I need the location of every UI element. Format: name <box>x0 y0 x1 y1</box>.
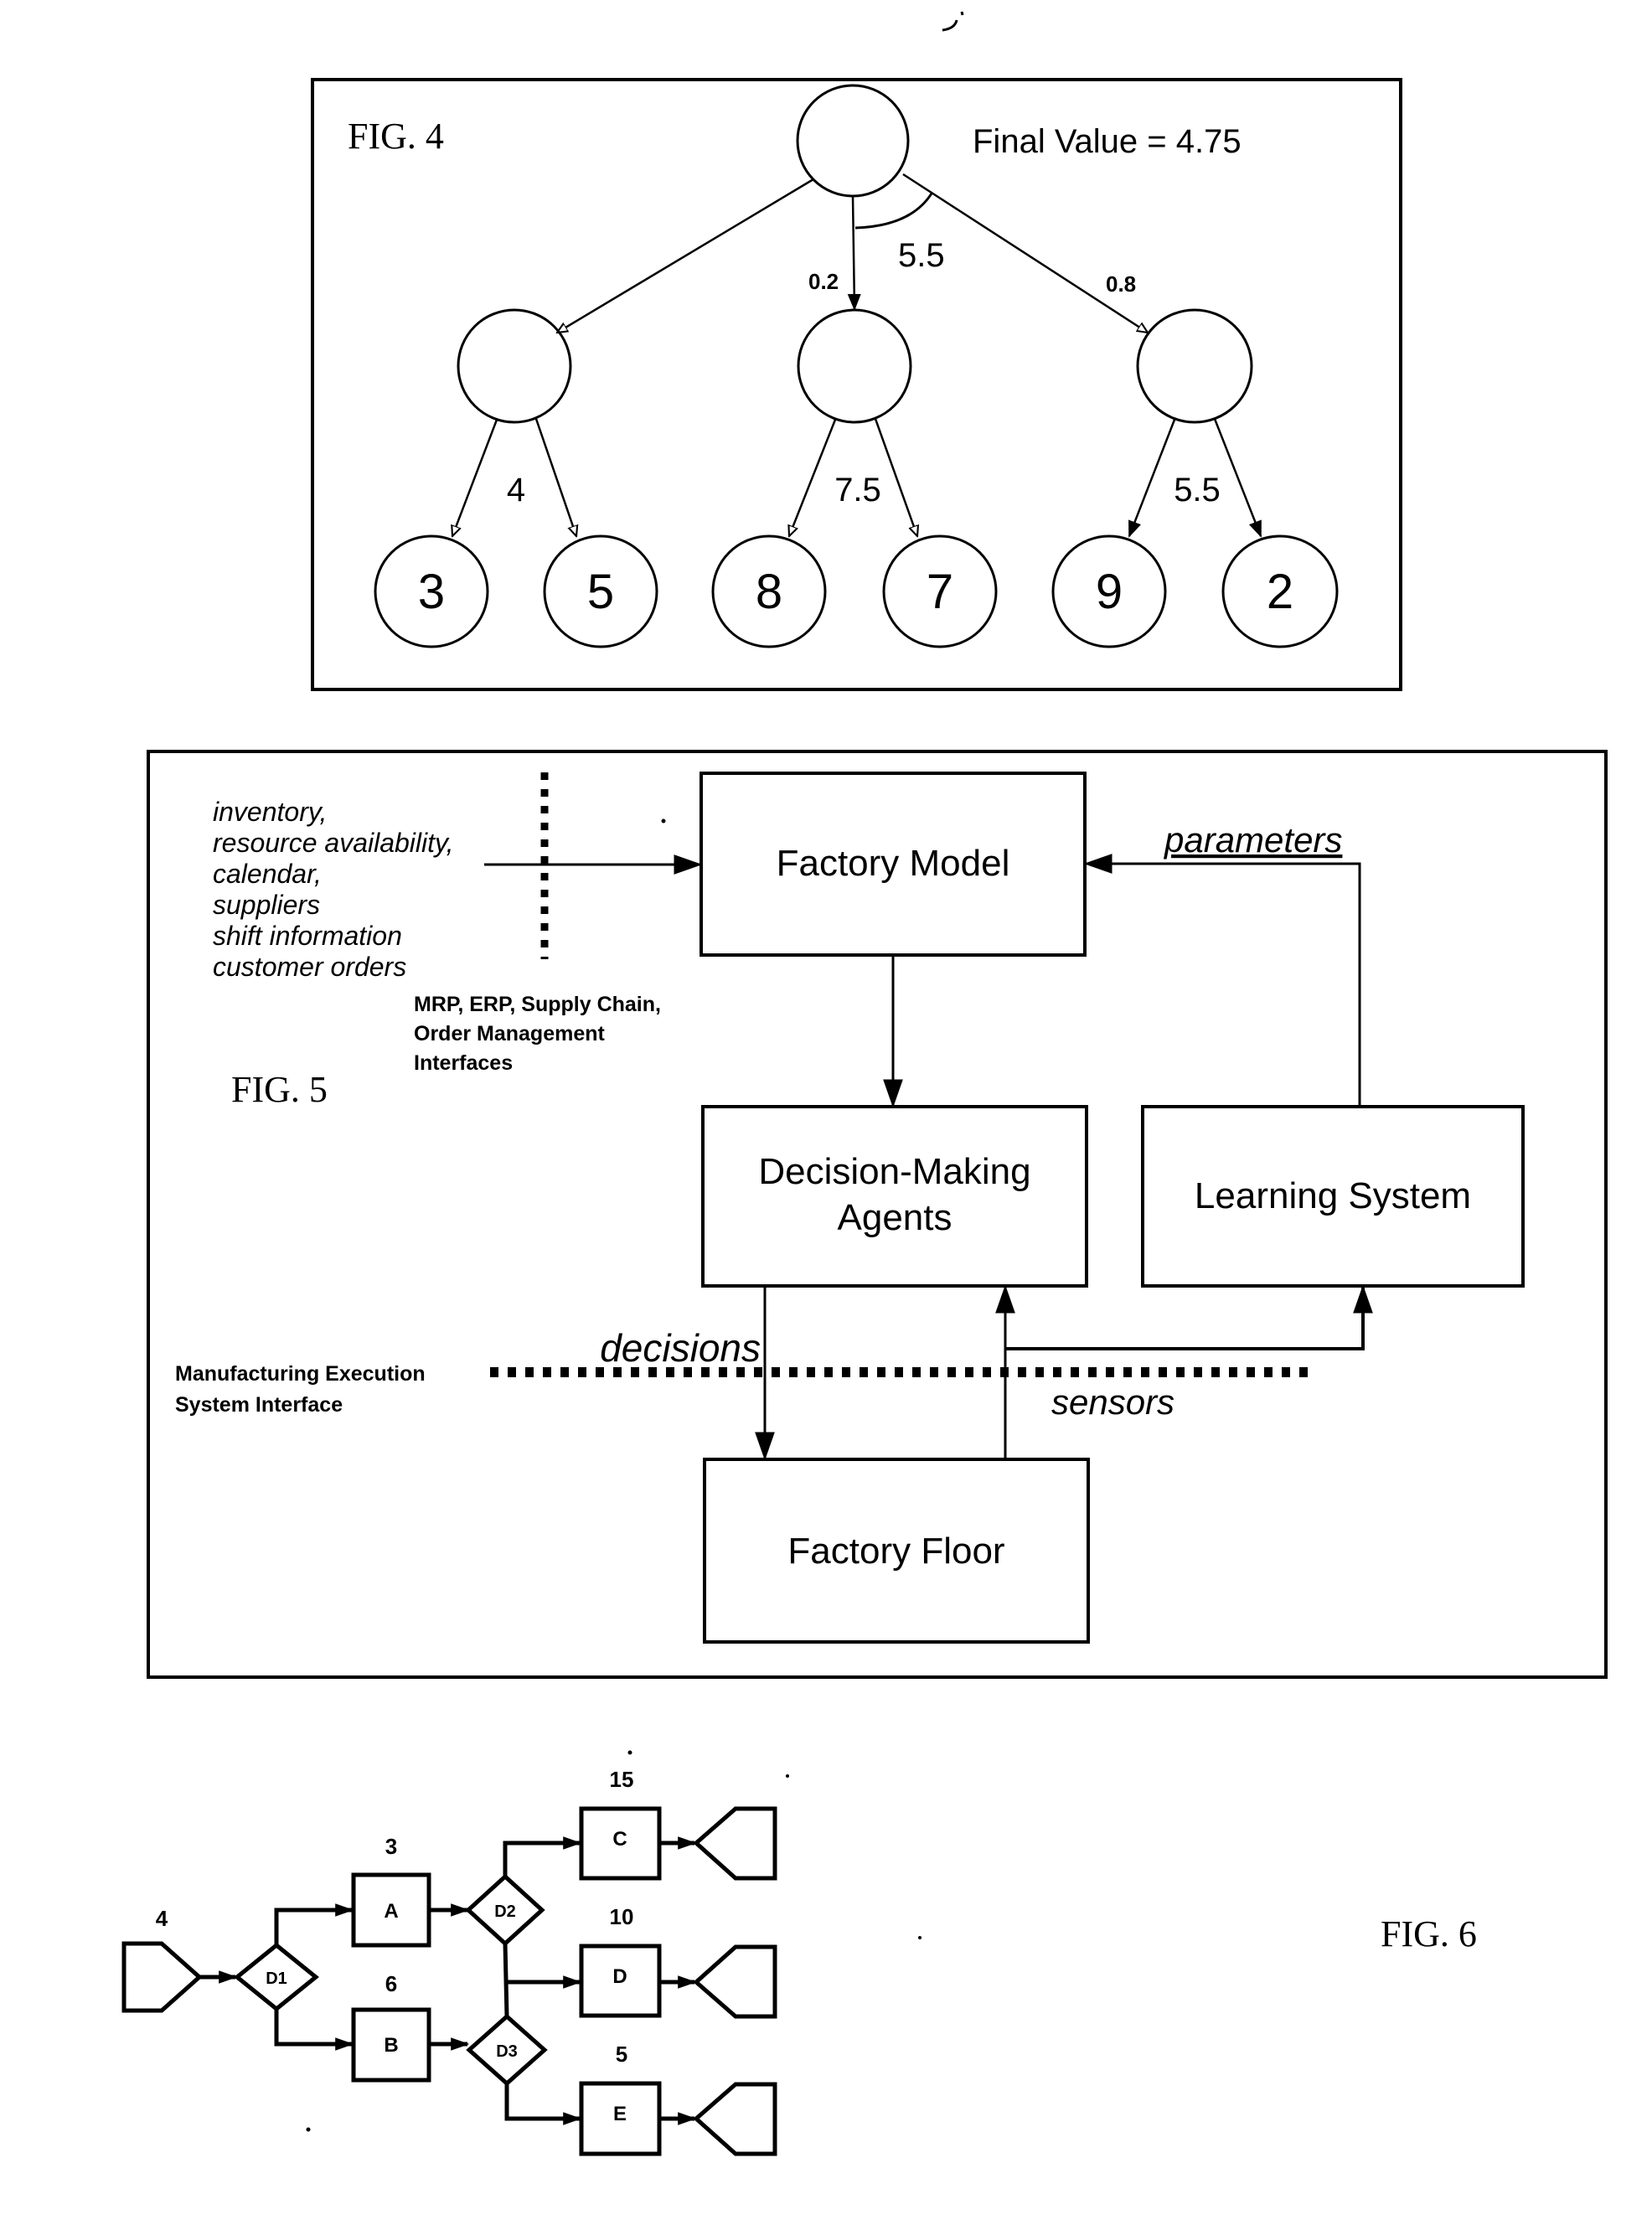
decision-agents-box <box>701 1105 1088 1288</box>
stray-mark <box>942 11 964 32</box>
internal-node-left <box>457 308 572 424</box>
internal-value-left: 4 <box>507 472 525 509</box>
internal-node-right <box>1136 308 1253 424</box>
mes-label: Manufacturing Execution System Interface <box>175 1362 426 1417</box>
leaf-value: 5 <box>587 565 614 619</box>
task-name: E <box>613 2103 627 2125</box>
d1-to-a-arrow <box>274 1903 354 1945</box>
task-name: D <box>612 1965 627 1988</box>
input-item: suppliers <box>213 890 320 920</box>
root-node <box>796 84 910 198</box>
edge-middle-leaf1 <box>789 419 837 536</box>
interfaces-line: Order Management <box>414 1022 606 1045</box>
edge-left-leaf2 <box>534 418 576 536</box>
final-value-label: Final Value = 4.75 <box>973 123 1242 160</box>
mes-line: Manufacturing Execution <box>175 1362 426 1386</box>
interfaces-line: Interfaces <box>414 1051 513 1075</box>
fig6-process-flow: FIG. 6 4 D1 3 A 6 B D2 D3 15 C 10 D 5 E <box>121 1767 1477 2156</box>
sink-node <box>693 1806 777 1881</box>
edge-root-left <box>557 178 814 333</box>
decision-label: D1 <box>266 1970 287 1988</box>
input-item: inventory, <box>213 797 327 827</box>
patent-figures-canvas: FIG. 4 Final Value = 4.75 5.5 0.2 0.8 4 … <box>121 11 1608 2156</box>
leaf-node: 3 <box>374 534 489 648</box>
decision-label: D3 <box>496 2042 518 2061</box>
fig4-decision-tree: FIG. 4 Final Value = 4.75 5.5 0.2 0.8 4 … <box>311 78 1402 691</box>
decision-label: D2 <box>494 1902 516 1921</box>
speck <box>306 2127 311 2132</box>
max-arc <box>854 193 933 230</box>
prob-middle: 0.2 <box>808 269 839 294</box>
edge-right-leaf1 <box>1128 419 1176 538</box>
input-item: resource availability, <box>213 828 454 858</box>
fig4-label: FIG. 4 <box>348 116 444 157</box>
leaf-value: 8 <box>756 565 782 619</box>
source-value: 4 <box>156 1906 168 1931</box>
task-value: 6 <box>385 1971 397 1996</box>
speck <box>918 1936 922 1939</box>
task-value: 15 <box>610 1767 634 1792</box>
leaf-node: 8 <box>711 534 827 648</box>
sink-node <box>693 1944 777 2019</box>
mes-line: System Interface <box>175 1393 343 1417</box>
task-value: 3 <box>385 1834 397 1859</box>
leaf-value: 9 <box>1096 565 1123 619</box>
decisions-label: decisions <box>600 1326 761 1370</box>
fig6-label: FIG. 6 <box>1381 1913 1477 1954</box>
factory-floor-label: Factory Floor <box>787 1531 1004 1572</box>
sink-node <box>693 2082 777 2156</box>
speck <box>661 818 666 823</box>
internal-node-middle <box>797 308 912 424</box>
internal-value-right: 5.5 <box>1174 472 1221 509</box>
edge-left-leaf1 <box>452 419 498 536</box>
leaf-node: 9 <box>1051 534 1167 648</box>
decision-agents-line: Agents <box>838 1197 952 1238</box>
sensors-to-learning-arrow <box>1005 1284 1373 1350</box>
internal-value-middle: 7.5 <box>834 472 881 509</box>
leaf-value: 3 <box>418 565 445 619</box>
task-name: B <box>384 2034 398 2057</box>
edge-root-middle <box>847 195 861 311</box>
task-name: C <box>612 1828 627 1851</box>
decision-agents-line: Decision-Making <box>758 1151 1030 1192</box>
task-value: 5 <box>616 2042 627 2067</box>
d1-to-b-arrow <box>274 2009 354 2051</box>
inputs-list: inventory, resource availability, calend… <box>213 797 454 982</box>
speck <box>627 1750 632 1755</box>
fig5-label: FIG. 5 <box>231 1069 328 1110</box>
leaf-node: 5 <box>543 534 658 648</box>
speck <box>786 1774 789 1778</box>
fig5-system-diagram: inventory, resource availability, calend… <box>147 750 1608 1679</box>
leaf-value: 7 <box>927 565 953 619</box>
learning-system-label: Learning System <box>1195 1175 1471 1216</box>
edge-right-leaf2 <box>1213 418 1262 538</box>
edge-middle-leaf2 <box>874 418 917 536</box>
task-value: 10 <box>610 1904 634 1929</box>
parameters-arrow <box>1083 854 1361 1107</box>
factory-model-label: Factory Model <box>777 843 1010 884</box>
d3-to-e-arrow <box>504 2083 582 2125</box>
root-annotation: 5.5 <box>898 237 945 274</box>
leaf-value: 2 <box>1267 565 1293 619</box>
task-name: A <box>384 1900 398 1923</box>
input-item: customer orders <box>213 952 406 982</box>
sensors-label: sensors <box>1051 1382 1174 1422</box>
d2-to-c-arrow <box>503 1836 582 1877</box>
interfaces-label: MRP, ERP, Supply Chain, Order Management… <box>414 993 661 1075</box>
leaf-node: 7 <box>882 534 998 648</box>
parameters-label: parameters <box>1163 820 1342 860</box>
input-item: calendar, <box>213 859 322 889</box>
interfaces-line: MRP, ERP, Supply Chain, <box>414 993 661 1016</box>
fig4-frame <box>311 78 1402 691</box>
prob-right: 0.8 <box>1106 271 1136 297</box>
input-item: shift information <box>213 921 402 951</box>
leaf-node: 2 <box>1221 534 1339 648</box>
source-node <box>121 1941 203 2013</box>
